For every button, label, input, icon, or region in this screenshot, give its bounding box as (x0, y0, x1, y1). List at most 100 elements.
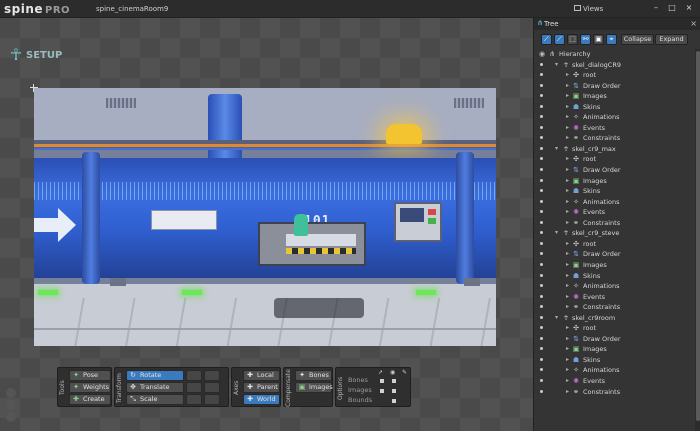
expand-arrow-icon[interactable]: ▸ (566, 260, 569, 270)
tree-skeleton-item[interactable]: ▾ ☥ skel_cr9room (534, 313, 695, 323)
visibility-dot-icon[interactable] (540, 262, 543, 266)
visibility-dot-icon[interactable] (540, 83, 543, 87)
expand-arrow-icon[interactable]: ▸ (566, 355, 569, 365)
expand-arrow-icon[interactable]: ▾ (555, 60, 558, 70)
maximize-icon[interactable]: □ (667, 4, 677, 12)
expand-arrow-icon[interactable]: ▸ (566, 323, 569, 333)
panel-close-icon[interactable]: × (690, 19, 697, 28)
visibility-dot-icon[interactable] (540, 125, 543, 129)
expand-button[interactable]: Expand (655, 34, 688, 45)
tree-child-item[interactable]: ▸ ⇅ Draw Order (534, 334, 695, 344)
visibility-dot-icon[interactable] (540, 146, 543, 150)
expand-arrow-icon[interactable]: ▸ (566, 81, 569, 91)
pose-tool-button[interactable]: ✦ Pose (69, 370, 111, 381)
filter-paths-icon[interactable]: ⌖ (606, 34, 617, 45)
tree-child-item[interactable]: ▸ ⚭ Constraints (534, 302, 695, 312)
compensate-bones-button[interactable]: ✦ Bones (295, 370, 332, 381)
tree-child-item[interactable]: ▸ ▣ Images (534, 91, 695, 101)
filter-bones-icon[interactable]: ⟋ (541, 34, 552, 45)
tree-child-item[interactable]: ▸ ✺ Events (534, 292, 695, 302)
lock-icon[interactable] (6, 412, 16, 422)
tree-child-item[interactable]: ▸ ▣ Images (534, 344, 695, 354)
images-select-checkbox[interactable] (380, 389, 384, 393)
scale-tool-button[interactable]: ⤡ Scale (126, 394, 184, 405)
zoom-slider-icon[interactable] (6, 388, 16, 398)
rotate-value-field-2[interactable] (204, 370, 220, 381)
rotate-value-field[interactable] (186, 370, 202, 381)
tree-child-item[interactable]: ▸ ☗ Skins (534, 271, 695, 281)
tree-child-item[interactable]: ▸ ✣ root (534, 323, 695, 333)
tree-skeleton-item[interactable]: ▾ ☥ skel_dialogCR9 (534, 60, 695, 70)
tree-scrollbar[interactable] (695, 49, 700, 431)
tree-child-item[interactable]: ▸ ✣ root (534, 70, 695, 80)
tree-child-item[interactable]: ▸ ⚭ Constraints (534, 218, 695, 228)
expand-arrow-icon[interactable]: ▸ (566, 112, 569, 122)
visibility-dot-icon[interactable] (540, 326, 543, 330)
expand-arrow-icon[interactable]: ▸ (566, 271, 569, 281)
visibility-dot-icon[interactable] (540, 157, 543, 161)
tree-child-item[interactable]: ▸ ⚭ Constraints (534, 133, 695, 143)
visibility-dot-icon[interactable] (540, 273, 543, 277)
hierarchy-tree[interactable]: ◉ ⋔ Hierarchy ▾ ☥ skel_dialogCR9 ▸ ✣ root ▸ ⇅ Dr… (534, 49, 695, 431)
axes-world-button[interactable]: ✚ World (243, 394, 280, 405)
weights-tool-button[interactable]: ✦ Weights (69, 382, 111, 393)
minimize-icon[interactable]: – (651, 4, 661, 12)
bones-select-checkbox[interactable] (380, 379, 384, 383)
visibility-dot-icon[interactable] (540, 252, 543, 256)
tree-child-item[interactable]: ▸ ⇅ Draw Order (534, 165, 695, 175)
visibility-dot-icon[interactable] (540, 104, 543, 108)
tree-child-item[interactable]: ▸ ✺ Events (534, 123, 695, 133)
expand-arrow-icon[interactable]: ▸ (566, 376, 569, 386)
expand-arrow-icon[interactable]: ▸ (566, 249, 569, 259)
scale-x-field[interactable] (186, 394, 202, 405)
visibility-dot-icon[interactable] (540, 231, 543, 235)
visibility-dot-icon[interactable] (540, 210, 543, 214)
expand-arrow-icon[interactable]: ▸ (566, 133, 569, 143)
zoom-icon[interactable] (6, 400, 16, 410)
expand-arrow-icon[interactable]: ▸ (566, 70, 569, 80)
expand-arrow-icon[interactable]: ▸ (566, 176, 569, 186)
create-tool-button[interactable]: ✚ Create (69, 394, 111, 405)
tree-child-item[interactable]: ▸ ▣ Images (534, 176, 695, 186)
expand-arrow-icon[interactable]: ▸ (566, 197, 569, 207)
visibility-dot-icon[interactable] (540, 62, 543, 66)
visibility-dot-icon[interactable] (540, 220, 543, 224)
tree-child-item[interactable]: ▸ ⇅ Draw Order (534, 249, 695, 259)
visibility-dot-icon[interactable] (540, 389, 543, 393)
scene-artwork[interactable]: 101 (34, 88, 496, 346)
tree-skeleton-item[interactable]: ▾ ☥ skel_cr9_steve (534, 228, 695, 238)
filter-images-icon[interactable]: ▣ (593, 34, 604, 45)
tree-child-item[interactable]: ▸ ✧ Animations (534, 365, 695, 375)
visibility-dot-icon[interactable] (540, 305, 543, 309)
expand-arrow-icon[interactable]: ▸ (566, 154, 569, 164)
scene-character[interactable] (294, 214, 308, 236)
scale-y-field[interactable] (204, 394, 220, 405)
visibility-dot-icon[interactable] (540, 284, 543, 288)
close-icon[interactable]: × (684, 4, 694, 12)
visibility-dot-icon[interactable] (540, 178, 543, 182)
visibility-dot-icon[interactable] (540, 379, 543, 382)
compensate-images-button[interactable]: ▣ Images (295, 382, 333, 393)
setup-mode-label[interactable]: SETUP (26, 50, 62, 61)
expand-arrow-icon[interactable]: ▸ (566, 218, 569, 228)
visibility-dot-icon[interactable] (540, 115, 543, 119)
expand-arrow-icon[interactable]: ▸ (566, 344, 569, 354)
visibility-dot-icon[interactable] (540, 199, 543, 203)
tree-child-item[interactable]: ▸ ✧ Animations (534, 112, 695, 122)
expand-arrow-icon[interactable]: ▸ (566, 334, 569, 344)
visibility-dot-icon[interactable] (540, 168, 543, 171)
tree-child-item[interactable]: ▸ ✧ Animations (534, 281, 695, 291)
tree-child-item[interactable]: ▸ ✧ Animations (534, 197, 695, 207)
expand-arrow-icon[interactable]: ▾ (555, 313, 558, 323)
visibility-dot-icon[interactable] (540, 94, 543, 98)
visibility-dot-icon[interactable] (540, 357, 543, 361)
bounds-visible-checkbox[interactable] (392, 399, 396, 403)
scene-hover-cart[interactable] (258, 222, 366, 266)
tree-scrollbar-thumb[interactable] (696, 51, 700, 421)
expand-arrow-icon[interactable]: ▸ (566, 239, 569, 249)
expand-arrow-icon[interactable]: ▸ (566, 165, 569, 175)
filter-attachments-icon[interactable]: ⬚ (567, 34, 578, 45)
expand-arrow-icon[interactable]: ▸ (566, 292, 569, 302)
tree-child-item[interactable]: ▸ ✣ root (534, 154, 695, 164)
expand-arrow-icon[interactable]: ▸ (566, 365, 569, 375)
